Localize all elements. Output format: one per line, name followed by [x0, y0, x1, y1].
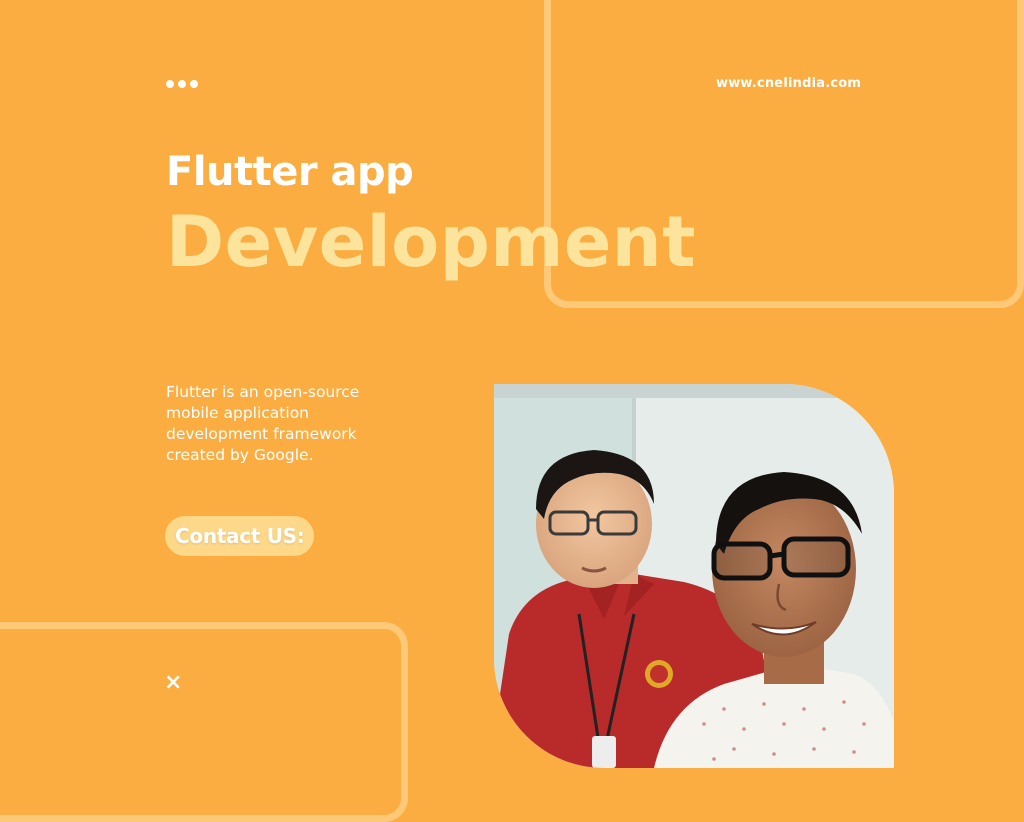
- page-title-line1: Flutter app: [166, 149, 414, 195]
- close-icon[interactable]: ×: [164, 672, 182, 694]
- team-photo: [494, 384, 894, 768]
- description-text: Flutter is an open-source mobile applica…: [166, 383, 360, 464]
- dot: [166, 80, 174, 88]
- contact-us-button[interactable]: Contact US:: [165, 516, 315, 556]
- dot: [190, 80, 198, 88]
- contact-us-label: Contact US:: [175, 524, 305, 548]
- page-title-line2: Development: [166, 201, 697, 283]
- dot: [178, 80, 186, 88]
- dots-icon: [166, 80, 198, 88]
- website-url[interactable]: www.cnelindia.com: [716, 76, 861, 91]
- decorative-frame-bottom: [0, 622, 408, 822]
